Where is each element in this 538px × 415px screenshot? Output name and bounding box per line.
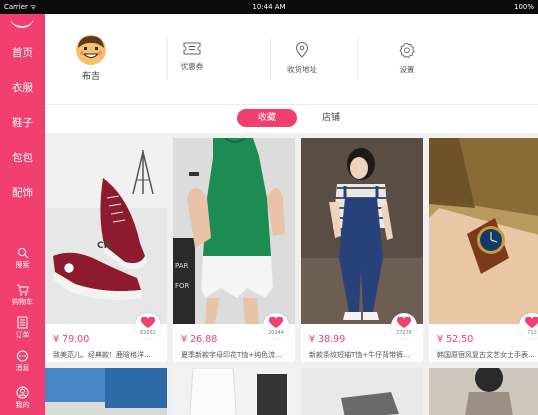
heart-icon xyxy=(269,317,283,328)
like-button[interactable]: 20244 xyxy=(263,313,289,339)
svg-text:PAR: PAR xyxy=(175,262,189,270)
like-count: 713 xyxy=(527,330,537,336)
product-card[interactable]: 713 ¥ 52.50 韩国原宿风复古文艺女士手表... xyxy=(429,138,538,362)
avatar[interactable] xyxy=(75,34,107,66)
message-icon xyxy=(17,350,28,362)
like-button[interactable]: 713 xyxy=(519,313,538,339)
sidebar-messages-label: 消息 xyxy=(15,364,30,372)
search-icon xyxy=(17,247,28,259)
sidebar-item-bags[interactable]: 包包 xyxy=(0,150,45,165)
product-grid: CH 82052 ¥ 79.00 致美范儿。经典款！鹿晗格洋... PAR FO… xyxy=(45,133,538,415)
address-label: 收货地址 xyxy=(287,65,317,74)
profile-header: 布吉 优惠券 收货地址 设置 xyxy=(45,14,538,104)
product-image[interactable] xyxy=(173,368,295,415)
product-title[interactable]: 致美范儿。经典款！鹿晗格洋... xyxy=(53,350,165,360)
product-image[interactable]: CH xyxy=(45,138,167,324)
sidebar-orders[interactable]: 订单 xyxy=(0,316,45,340)
location-icon xyxy=(295,42,309,58)
product-image[interactable] xyxy=(429,368,538,415)
clock: 10:44 AM xyxy=(252,3,286,11)
username[interactable]: 布吉 xyxy=(75,69,107,82)
battery-level: 100% xyxy=(513,3,534,11)
product-card[interactable]: CH 82052 ¥ 79.00 致美范儿。经典款！鹿晗格洋... xyxy=(45,138,167,362)
product-price: ¥ 79.00 xyxy=(53,334,90,345)
sidebar-profile[interactable]: 我的 xyxy=(0,386,45,410)
sidebar-search-label: 搜索 xyxy=(15,261,30,269)
heart-icon xyxy=(525,317,538,328)
divider xyxy=(270,36,271,80)
sidebar-cart[interactable]: 购物车 xyxy=(0,284,45,307)
sidebar-item-accessories[interactable]: 配饰 xyxy=(0,185,45,200)
coupon-label: 优惠券 xyxy=(180,62,204,71)
product-image[interactable] xyxy=(301,368,423,415)
like-count: 82052 xyxy=(140,330,156,336)
cart-icon xyxy=(17,284,29,296)
divider xyxy=(357,36,358,80)
product-card[interactable]: PAR FOR 20244 ¥ 26.88 夏季新款字母印花T恤+纯色流... xyxy=(173,138,295,362)
product-title[interactable]: 新款条纹短袖T恤+牛仔背带裤... xyxy=(309,350,421,360)
product-price: ¥ 38.99 xyxy=(309,334,346,345)
product-image[interactable]: PAR FOR xyxy=(173,138,295,324)
heart-icon xyxy=(141,317,155,328)
product-title[interactable]: 夏季新款字母印花T恤+纯色流... xyxy=(181,350,293,360)
sidebar-logo xyxy=(10,6,34,28)
sidebar: 首页 衣服 鞋子 包包 配饰 搜索 购物车 订单 消息 我的 xyxy=(0,14,45,415)
like-count: 27276 xyxy=(396,330,412,336)
like-button[interactable]: 82052 xyxy=(135,313,161,339)
sidebar-orders-label: 订单 xyxy=(15,331,30,339)
settings-icon xyxy=(399,42,415,58)
settings-button[interactable]: 设置 xyxy=(377,42,437,75)
coupon-icon xyxy=(183,42,201,55)
sidebar-item-home[interactable]: 首页 xyxy=(0,45,45,60)
product-title[interactable]: 韩国原宿风复古文艺女士手表... xyxy=(437,350,538,360)
tab-favorites[interactable]: 收藏 xyxy=(237,109,297,127)
product-image[interactable] xyxy=(301,138,423,324)
heart-icon xyxy=(397,317,411,328)
product-image[interactable] xyxy=(429,138,538,324)
product-price: ¥ 26.88 xyxy=(181,334,218,345)
sidebar-item-shoes[interactable]: 鞋子 xyxy=(0,115,45,130)
like-button[interactable]: 27276 xyxy=(391,313,417,339)
collection-tabs: 收藏 店铺 xyxy=(45,104,538,133)
product-card[interactable]: 27276 ¥ 38.99 新款条纹短袖T恤+牛仔背带裤... xyxy=(301,138,423,362)
product-image[interactable] xyxy=(45,368,167,415)
avatar-face-icon xyxy=(76,35,106,65)
coupon-button[interactable]: 优惠券 xyxy=(162,42,222,72)
svg-text:CH: CH xyxy=(97,241,111,251)
tab-shops[interactable]: 店铺 xyxy=(311,109,351,127)
settings-label: 设置 xyxy=(399,65,415,74)
address-button[interactable]: 收货地址 xyxy=(272,42,332,75)
sidebar-profile-label: 我的 xyxy=(15,401,30,409)
sidebar-cart-label: 购物车 xyxy=(12,298,33,306)
profile-icon xyxy=(16,386,29,399)
status-bar: Carrier ᯤ 10:44 AM 100% xyxy=(0,0,538,14)
sidebar-messages[interactable]: 消息 xyxy=(0,350,45,373)
sidebar-search[interactable]: 搜索 xyxy=(0,247,45,270)
order-icon xyxy=(17,316,28,329)
svg-text:FOR: FOR xyxy=(175,282,190,290)
sidebar-item-clothes[interactable]: 衣服 xyxy=(0,80,45,95)
product-price: ¥ 52.50 xyxy=(437,334,474,345)
like-count: 20244 xyxy=(268,330,284,336)
